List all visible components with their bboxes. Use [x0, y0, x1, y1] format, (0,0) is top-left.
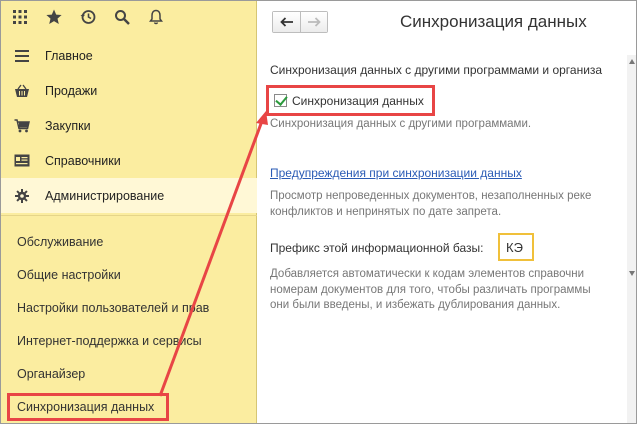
section-item-purchases[interactable]: Закупки — [1, 108, 257, 143]
sync-warnings-link[interactable]: Предупреждения при синхронизации данных — [270, 166, 522, 180]
nav-buttons — [272, 11, 328, 33]
vertical-scrollbar[interactable] — [627, 55, 636, 423]
prefix-label: Префикс этой информационной базы: — [270, 241, 484, 255]
subnav-item-internet-support[interactable]: Интернет-поддержка и сервисы — [1, 324, 257, 357]
back-button[interactable] — [273, 12, 300, 32]
warnings-description: Просмотр непроведенных документов, незап… — [270, 188, 591, 220]
section-label: Продажи — [45, 83, 98, 98]
prefix-description: Добавляется автоматически к кодам элемен… — [270, 267, 591, 314]
basket-icon — [13, 83, 31, 99]
section-item-administration[interactable]: Администрирование — [1, 178, 257, 213]
sync-checkbox-row[interactable]: Синхронизация данных — [266, 85, 435, 116]
sidebar-toolbar — [1, 1, 256, 33]
apps-grid-icon[interactable] — [7, 4, 33, 30]
section-label: Справочники — [45, 153, 121, 168]
page-title: Синхронизация данных — [400, 12, 587, 31]
star-icon[interactable] — [41, 4, 67, 30]
subnav-list: Обслуживание Общие настройки Настройки п… — [1, 225, 257, 421]
section-label: Закупки — [45, 118, 91, 133]
prefix-description-line: номерам документов для того, чтобы разли… — [270, 283, 591, 296]
section-item-sales[interactable]: Продажи — [1, 73, 257, 108]
search-icon[interactable] — [109, 4, 135, 30]
prefix-description-line: Добавляется автоматически к кодам элемен… — [270, 268, 585, 280]
section-label: Администрирование — [45, 188, 165, 203]
warnings-description-line: конфликтов и непринятых по дате запрета. — [270, 206, 502, 218]
scroll-up-icon[interactable] — [629, 59, 635, 64]
divider — [1, 215, 257, 216]
book-icon — [13, 153, 31, 169]
subnav-item-data-sync[interactable]: Синхронизация данных — [7, 393, 169, 421]
prefix-input[interactable]: КЭ — [498, 233, 534, 261]
sync-checkbox-label[interactable]: Синхронизация данных — [292, 94, 424, 108]
gear-icon — [13, 188, 31, 204]
history-icon[interactable] — [75, 4, 101, 30]
menu-icon — [13, 48, 31, 64]
arrow-left-icon — [279, 17, 293, 27]
subnav-item-users-rights[interactable]: Настройки пользователей и прав — [1, 291, 257, 324]
content-panel: Синхронизация данных Синхронизация данны… — [258, 1, 636, 423]
warnings-description-line: Просмотр непроведенных документов, незап… — [270, 190, 592, 202]
sync-description: Синхронизация данных с другими программа… — [270, 118, 532, 130]
bell-icon[interactable] — [143, 4, 169, 30]
sync-checkbox[interactable] — [274, 94, 287, 107]
section-item-main[interactable]: Главное — [1, 38, 257, 73]
section-item-references[interactable]: Справочники — [1, 143, 257, 178]
subnav-item-maintenance[interactable]: Обслуживание — [1, 225, 257, 258]
forward-button[interactable] — [300, 12, 327, 32]
arrow-right-icon — [308, 17, 321, 27]
cart-icon — [13, 118, 31, 134]
subnav-item-organizer[interactable]: Органайзер — [1, 357, 257, 390]
section-label: Главное — [45, 48, 93, 63]
prefix-description-line: они были введены, и избежать дублировани… — [270, 299, 561, 311]
section-list: Главное Продажи Закупки Справочники Адми… — [1, 38, 257, 216]
sidebar: Главное Продажи Закупки Справочники Адми… — [1, 1, 257, 423]
subnav-item-general-settings[interactable]: Общие настройки — [1, 258, 257, 291]
section-heading: Синхронизация данных с другими программа… — [270, 63, 603, 77]
scroll-down-icon[interactable] — [629, 271, 635, 276]
